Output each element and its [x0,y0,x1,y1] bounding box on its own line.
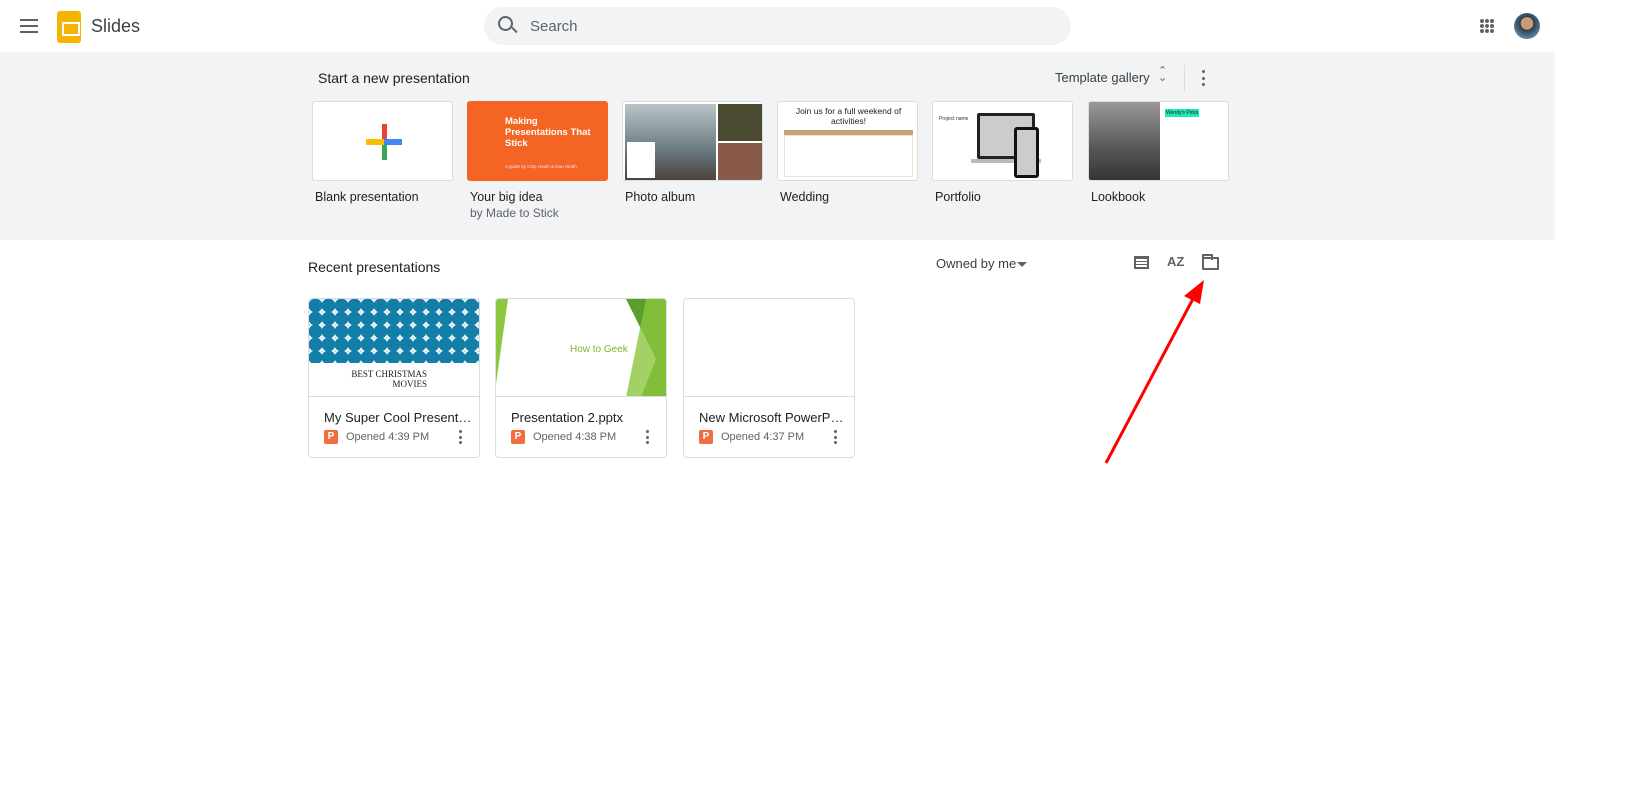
thumb-title: Join us for a full weekend of activities… [795,106,902,126]
photo-caption [627,142,655,178]
template-label[interactable]: Photo album [625,190,695,204]
template-author: by Made to Stick [470,206,559,220]
search-placeholder[interactable]: Search [530,18,578,35]
more-options-icon[interactable] [459,430,462,444]
doc-thumbnail [684,299,854,397]
thumb-title: Project name [939,116,969,122]
more-options-icon[interactable] [834,430,837,444]
main-menu-icon[interactable] [18,16,40,36]
caret-down-icon[interactable] [1017,262,1027,267]
owner-filter-dropdown[interactable]: Owned by me [936,256,1016,271]
sort-az-icon[interactable]: AZ [1167,254,1184,269]
app-name[interactable]: Slides [91,16,140,37]
template-wedding[interactable]: Join us for a full weekend of activities… [777,101,918,181]
thumb-text: How to Geek [570,344,628,355]
doc-thumbnail: How to Geek [496,299,666,397]
plus-icon [366,124,402,160]
doc-title[interactable]: Presentation 2.pptx [511,410,661,425]
divider [1184,65,1185,91]
google-apps-icon[interactable] [1480,19,1494,33]
more-options-icon[interactable] [646,430,649,444]
template-label[interactable]: Portfolio [935,190,981,204]
more-options-icon[interactable] [1202,70,1206,86]
doc-card[interactable]: BEST CHRISTMAS MOVIES My Super Cool Pres… [308,298,480,458]
avatar[interactable] [1514,13,1540,39]
opened-time: Opened 4:37 PM [721,431,805,443]
doc-title[interactable]: My Super Cool Presentati... [324,410,474,425]
opened-time: Opened 4:38 PM [533,431,617,443]
thumb-subtitle: A guide by Chip Heath & Dan Heath [505,164,577,169]
phone-image [1014,127,1039,178]
template-portfolio[interactable]: Project name [932,101,1073,181]
template-photo-album[interactable] [622,101,763,181]
photo-image [718,143,762,180]
template-lookbook[interactable]: Wendy's Picks [1088,101,1229,181]
recent-title: Recent presentations [308,259,441,275]
template-gallery-button[interactable]: Template gallery [1055,70,1150,85]
template-label[interactable]: Wedding [780,190,829,204]
template-your-big-idea[interactable]: Making Presentations That Stick A guide … [467,101,608,181]
powerpoint-icon: P [699,430,713,444]
photo-image [718,104,762,141]
doc-card[interactable]: How to Geek Presentation 2.pptx P Opened… [495,298,667,458]
folder-picker-icon[interactable] [1202,254,1219,270]
doc-card[interactable]: New Microsoft PowerPoi... P Opened 4:37 … [683,298,855,458]
annotation-arrow [1104,280,1204,464]
schedule-table [784,135,913,177]
powerpoint-icon: P [511,430,525,444]
pattern-image [309,299,479,363]
doc-title[interactable]: New Microsoft PowerPoi... [699,410,849,425]
slides-logo-icon[interactable] [57,11,81,43]
search-icon[interactable] [498,16,513,31]
photo-image [1089,102,1160,180]
template-label[interactable]: Your big idea [470,190,543,204]
powerpoint-icon: P [324,430,338,444]
opened-time: Opened 4:39 PM [346,431,430,443]
template-blank[interactable] [312,101,453,181]
thumb-title: Making Presentations That Stick [505,116,591,149]
list-view-icon[interactable] [1134,256,1149,269]
doc-thumbnail: BEST CHRISTMAS MOVIES [309,299,479,397]
template-label[interactable]: Blank presentation [315,190,419,204]
unfold-icon[interactable]: ⌃ ⌄ [1158,66,1167,84]
section-title: Start a new presentation [318,70,470,86]
template-label[interactable]: Lookbook [1091,190,1145,204]
thumb-text: BEST CHRISTMAS MOVIES [351,369,427,389]
thumb-title: Wendy's Picks [1165,109,1200,117]
